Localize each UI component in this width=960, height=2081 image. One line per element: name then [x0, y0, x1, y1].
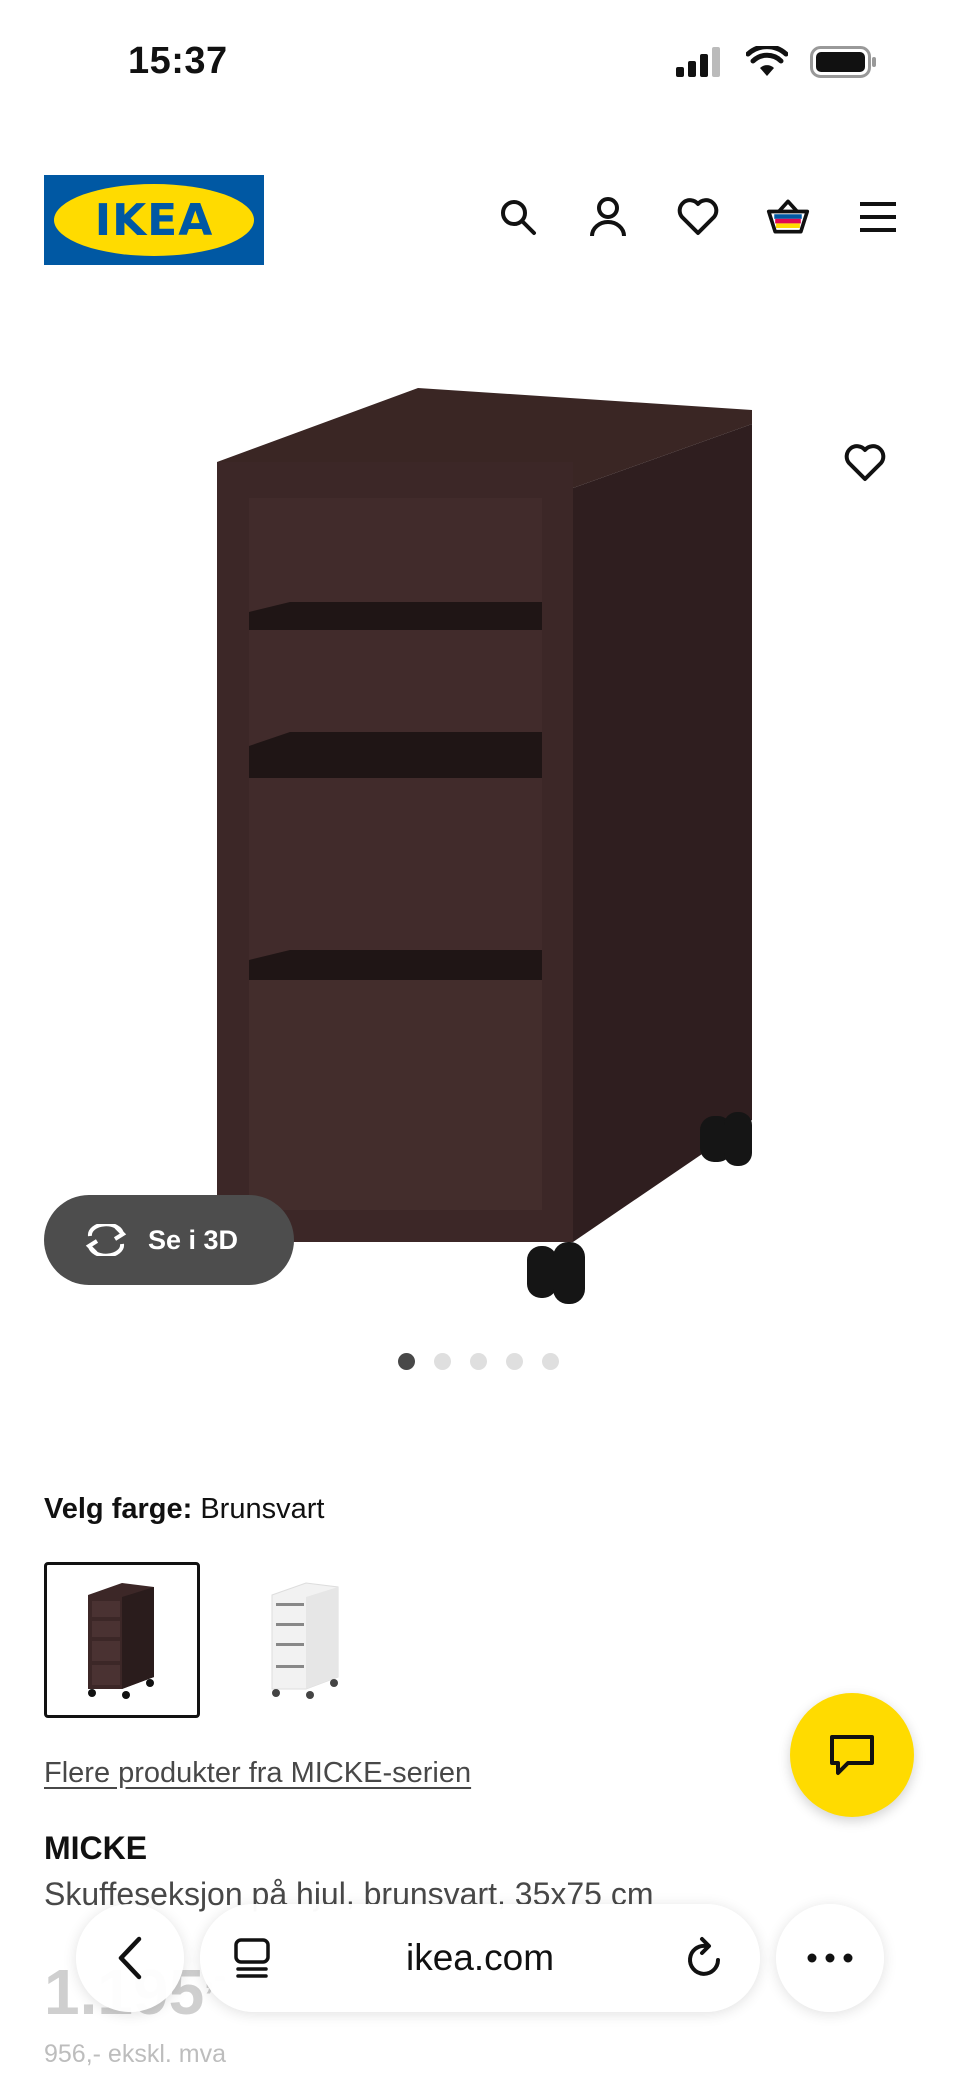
heart-icon[interactable]	[676, 195, 720, 239]
product-image[interactable]	[0, 380, 960, 1330]
add-to-favourites-button[interactable]	[834, 432, 896, 494]
carousel-dots	[398, 1353, 559, 1370]
address-bar[interactable]: ikea.com	[200, 1904, 760, 2012]
heart-icon	[844, 444, 886, 481]
reload-icon[interactable]	[686, 1936, 726, 1980]
swatch-brunsvart-image	[88, 1583, 154, 1699]
more-icon	[807, 1953, 853, 1963]
carousel-dot[interactable]	[506, 1353, 523, 1370]
menu-icon[interactable]	[856, 195, 900, 239]
series-link[interactable]: Flere produkter fra MICKE-serien	[44, 1757, 471, 1790]
carousel-dot[interactable]	[470, 1353, 487, 1370]
carousel-dot[interactable]	[542, 1353, 559, 1370]
swatch-hvit-image	[271, 1582, 339, 1699]
signal-icon	[676, 47, 720, 77]
price-ex-vat: 956,- ekskl. mva	[44, 2040, 227, 2068]
search-icon[interactable]	[496, 195, 540, 239]
browser-more-button[interactable]	[776, 1904, 884, 2012]
carousel-dot[interactable]	[398, 1353, 415, 1370]
battery-icon	[810, 46, 876, 78]
basket-icon[interactable]	[766, 195, 810, 239]
rotate-3d-icon	[85, 1224, 127, 1256]
browser-back-button[interactable]	[76, 1904, 184, 2012]
color-value: Brunsvart	[200, 1493, 325, 1525]
account-icon[interactable]	[586, 195, 630, 239]
status-icons	[674, 46, 878, 78]
product-gallery[interactable]: Se i 3D	[0, 380, 960, 1330]
carousel-dot[interactable]	[434, 1353, 451, 1370]
see-in-3d-button[interactable]: Se i 3D	[44, 1195, 294, 1285]
ikea-logo[interactable]: IKEA	[44, 175, 264, 265]
swatch-brunsvart[interactable]	[44, 1562, 200, 1718]
site-header: IKEA	[0, 175, 960, 267]
header-icons	[496, 195, 900, 239]
color-label: Velg farge: Brunsvart	[44, 1493, 324, 1526]
url-text: ikea.com	[405, 1937, 555, 1978]
see-in-3d-label: Se i 3D	[148, 1224, 239, 1255]
browser-toolbar: ikea.com	[0, 1888, 960, 2028]
status-bar: 15:37	[0, 0, 960, 120]
chat-button[interactable]	[790, 1693, 914, 1817]
color-swatches	[44, 1562, 384, 1718]
back-icon	[118, 1936, 142, 1980]
swatch-hvit[interactable]	[228, 1562, 384, 1718]
chat-icon	[830, 1735, 874, 1775]
status-time: 15:37	[128, 40, 228, 82]
color-label-prefix: Velg farge:	[44, 1493, 193, 1525]
wifi-icon	[746, 46, 788, 76]
product-name: MICKE	[44, 1830, 148, 1866]
logo-text: IKEA	[94, 194, 214, 246]
